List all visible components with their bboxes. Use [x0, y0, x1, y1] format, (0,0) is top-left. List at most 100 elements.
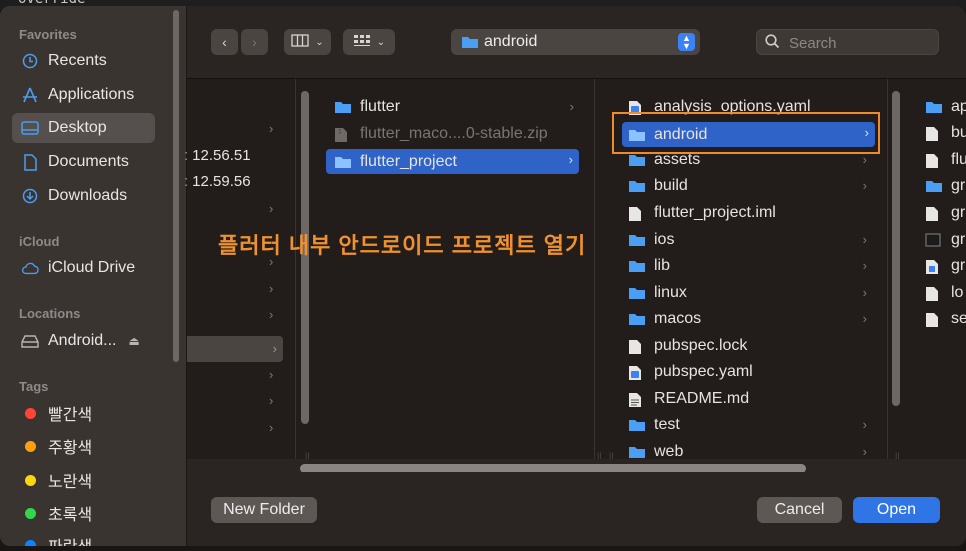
clock-icon: [21, 52, 39, 70]
item-label: lib: [654, 257, 671, 274]
search-input[interactable]: [787, 33, 931, 53]
sidebar-item-label: Android...: [48, 332, 117, 349]
location-popup[interactable]: android ▲ ▼: [451, 29, 700, 55]
column-2: flutter › flutter_maco....0-stable.zip f…: [320, 79, 602, 467]
sidebar-tag-red[interactable]: 빨간색: [12, 398, 155, 428]
green-tag-dot-icon: [25, 507, 36, 519]
chevron-right-icon: ›: [569, 99, 574, 114]
list-item[interactable]: flu: [925, 149, 966, 171]
document-icon: [925, 126, 943, 141]
item-label: macos: [654, 310, 702, 327]
sidebar-tag-blue[interactable]: 파란색: [12, 530, 155, 546]
open-button[interactable]: Open: [853, 497, 940, 523]
chevron-right-icon: ›: [862, 258, 867, 273]
list-item[interactable]: gr: [925, 175, 965, 197]
list-item-iml[interactable]: flutter_project.iml: [628, 202, 873, 224]
document-icon: [21, 153, 39, 171]
group-by-button[interactable]: ⌄: [343, 29, 395, 55]
list-item[interactable]: lo: [925, 282, 963, 304]
folder-icon: [628, 312, 646, 326]
list-item[interactable]: :12.59.56: [184, 170, 251, 192]
cancel-button[interactable]: Cancel: [757, 497, 842, 523]
list-item[interactable]: gr: [925, 202, 965, 224]
column-3-scrollbar[interactable]: [892, 91, 900, 406]
list-item[interactable]: bu: [925, 122, 966, 144]
chevron-right-icon: ›: [862, 232, 867, 247]
list-item-lib[interactable]: lib ›: [628, 255, 873, 277]
sidebar-item-applications[interactable]: Applications: [12, 80, 155, 110]
search-field[interactable]: [756, 29, 939, 55]
folder-icon: [628, 233, 646, 247]
document-icon: [925, 312, 943, 327]
forward-button[interactable]: ›: [241, 29, 268, 55]
chevron-right-icon: ›: [269, 366, 274, 382]
item-label: pubspec.yaml: [654, 363, 753, 380]
new-folder-button[interactable]: New Folder: [211, 497, 317, 523]
chevron-right-icon: ›: [269, 392, 274, 408]
sidebar-item-documents[interactable]: Documents: [12, 147, 155, 177]
folder-icon: [628, 259, 646, 273]
tags-header: Tags: [19, 379, 49, 394]
sidebar-item-label: Documents: [48, 153, 129, 170]
list-item-readme[interactable]: README.md: [628, 388, 873, 410]
yellow-tag-dot-icon: [25, 474, 36, 486]
sidebar-item-label: 파란색: [48, 533, 92, 546]
item-label: gr: [951, 231, 966, 248]
chevron-right-icon: ›: [862, 178, 867, 193]
chevron-right-icon: ›: [269, 200, 274, 216]
item-label: se: [951, 310, 966, 327]
columns-view-icon: [291, 34, 309, 50]
item-label: README.md: [654, 390, 750, 407]
list-item[interactable]: :12.56.51: [184, 144, 251, 166]
sidebar-item-desktop[interactable]: Desktop: [12, 113, 155, 143]
list-item-ios[interactable]: ios ›: [628, 229, 873, 251]
applications-icon: [21, 86, 39, 104]
sidebar-scrollbar[interactable]: [173, 10, 179, 362]
chevron-right-icon: ›: [862, 152, 867, 167]
selected-row[interactable]: ›: [187, 336, 283, 362]
eject-icon[interactable]: ⏏: [128, 334, 139, 348]
grid-icon: [353, 34, 371, 51]
item-time-label: 12.56.51: [192, 146, 251, 164]
list-item-macos[interactable]: macos ›: [628, 308, 873, 330]
sidebar-item-android-drive[interactable]: Android... ⏏: [12, 326, 155, 356]
list-item-test[interactable]: test ›: [628, 414, 873, 436]
document-icon: [925, 153, 943, 168]
chevron-right-icon: ›: [862, 311, 867, 326]
list-item-flutter-project[interactable]: flutter_project ›: [326, 149, 579, 174]
list-item-build[interactable]: build ›: [628, 175, 873, 197]
item-label: lo: [951, 284, 964, 301]
desktop-icon: [21, 119, 39, 137]
sidebar-tag-green[interactable]: 초록색: [12, 498, 155, 528]
chevron-down-icon: ⌄: [376, 36, 386, 48]
list-item-flutter[interactable]: flutter ›: [334, 96, 580, 118]
view-mode-button[interactable]: ⌄: [284, 29, 331, 55]
list-item-linux[interactable]: linux ›: [628, 282, 873, 304]
list-item-flutter-zip[interactable]: flutter_maco....0-stable.zip: [334, 123, 580, 145]
list-item-pubspec-lock[interactable]: pubspec.lock: [628, 335, 873, 357]
sidebar-item-icloud-drive[interactable]: iCloud Drive: [12, 253, 155, 283]
sidebar-tag-yellow[interactable]: 노란색: [12, 465, 155, 495]
item-label: pubspec.lock: [654, 337, 748, 354]
chevron-right-icon: ›: [269, 306, 274, 322]
list-item-pubspec-yaml[interactable]: pubspec.yaml: [628, 361, 873, 383]
item-label: flutter: [360, 98, 401, 115]
list-item[interactable]: se: [925, 308, 966, 330]
sidebar-item-recents[interactable]: Recents: [12, 46, 155, 76]
sidebar-item-label: Recents: [48, 52, 107, 69]
download-icon: [21, 187, 39, 205]
folder-icon: [334, 155, 352, 169]
item-label: flutter_project: [360, 152, 457, 170]
sidebar-item-downloads[interactable]: Downloads: [12, 181, 155, 211]
sidebar-item-label: Downloads: [48, 187, 128, 204]
item-label: linux: [654, 284, 687, 301]
search-icon: [765, 34, 780, 54]
item-label: flutter_maco....0-stable.zip: [360, 125, 548, 142]
annotation-caption: 플러터 내부 안드로이드 프로젝트 열기: [218, 233, 587, 258]
sidebar-tag-orange[interactable]: 주황색: [12, 431, 155, 461]
list-item[interactable]: gr: [925, 255, 965, 277]
list-item[interactable]: gr: [925, 229, 965, 251]
back-button[interactable]: ‹: [211, 29, 238, 55]
column-1: › :12.56.51 :12.59.56 › › › › › › › › ||: [184, 79, 310, 467]
list-item[interactable]: ap: [925, 96, 966, 118]
